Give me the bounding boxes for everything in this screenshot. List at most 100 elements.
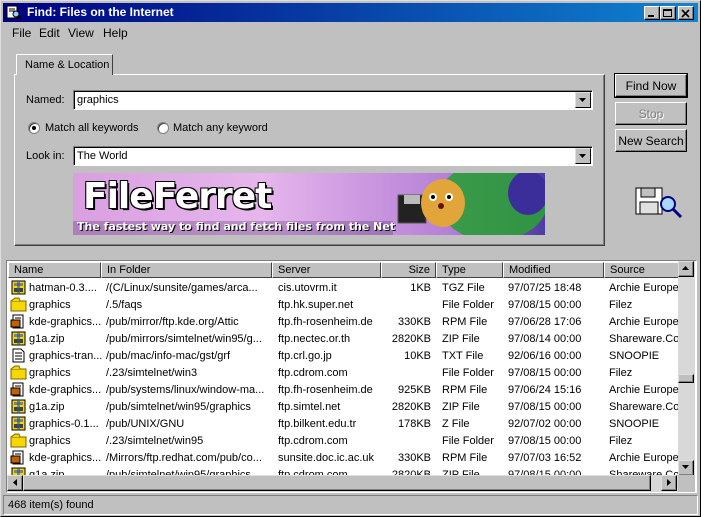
column-header-type[interactable]: Type <box>436 262 503 278</box>
column-header-folder[interactable]: In Folder <box>101 262 272 278</box>
cell-folder: /(C/Linux/sunsite/games/arca... <box>106 282 258 294</box>
table-row[interactable]: kde-graphics... /pub/systems/linux/window… <box>8 382 679 399</box>
archive-file-icon <box>11 416 26 431</box>
new-search-button[interactable]: New Search <box>615 129 687 152</box>
cell-type: RPM File <box>442 384 488 396</box>
arrow-up-icon <box>682 266 689 270</box>
cell-source: Filez <box>609 367 633 379</box>
cell-modified: 97/07/03 16:52 <box>508 452 582 464</box>
cell-size: 330KB <box>397 316 431 328</box>
named-combobox[interactable]: graphics <box>73 90 593 110</box>
maximize-icon <box>663 9 672 17</box>
cell-server: ftp.cdrom.com <box>278 435 348 447</box>
close-icon <box>681 9 690 18</box>
cell-source: Shareware.Com <box>609 401 680 413</box>
cell-server: sunsite.doc.ic.ac.uk <box>278 452 374 464</box>
title-bar[interactable]: Find: Files on the Internet <box>3 3 698 22</box>
menu-file[interactable]: File <box>12 26 31 40</box>
table-row[interactable]: kde-graphics... /pub/mirror/ftp.kde.org/A… <box>8 314 679 331</box>
find-app-icon <box>6 5 22 20</box>
cell-name: kde-graphics... <box>29 316 102 328</box>
cell-name: graphics-0.1... <box>29 418 99 430</box>
vertical-scrollbar[interactable] <box>678 261 695 477</box>
match-all-label[interactable]: Match all keywords <box>45 122 139 134</box>
column-header-server[interactable]: Server <box>272 262 381 278</box>
column-header-modified[interactable]: Modified <box>503 262 604 278</box>
named-dropdown-button[interactable] <box>575 92 591 108</box>
match-any-radio[interactable] <box>157 122 169 134</box>
menu-help[interactable]: Help <box>103 26 128 40</box>
cell-type: TGZ File <box>442 282 485 294</box>
menu-edit[interactable]: Edit <box>39 26 60 40</box>
minimize-icon <box>648 15 654 17</box>
lookin-label: Look in: <box>26 150 65 162</box>
close-button[interactable] <box>678 6 694 20</box>
minimize-button[interactable] <box>644 6 660 20</box>
table-row[interactable]: kde-graphics... /Mirrors/ftp.redhat.com/p… <box>8 450 679 467</box>
status-bar: 468 item(s) found <box>3 495 698 515</box>
scroll-down-button[interactable] <box>678 460 694 476</box>
text-file-icon <box>12 348 25 363</box>
package-file-icon <box>10 450 24 465</box>
table-row[interactable]: g1a.zip/pub/mirrors/simtelnet/win95/g...… <box>8 331 680 348</box>
floppy-magnifier-icon <box>635 187 683 219</box>
column-header-source[interactable]: Source <box>604 262 679 278</box>
results-list[interactable]: Name In Folder Server Size Type Modified… <box>6 260 697 493</box>
chevron-down-icon <box>579 154 586 158</box>
archive-file-icon <box>11 331 26 346</box>
maximize-button[interactable] <box>660 6 676 20</box>
fileferret-banner[interactable]: FileFerret The fastest way to find and f… <box>73 173 545 235</box>
cell-name: graphics <box>29 435 71 447</box>
match-all-radio[interactable] <box>28 122 40 134</box>
cell-size: 2820KB <box>391 333 431 345</box>
cell-name: g1a.zip <box>29 333 65 345</box>
horizontal-scrollbar[interactable] <box>7 475 678 492</box>
find-now-button[interactable]: Find Now <box>614 73 688 98</box>
cell-name: graphics-tran... <box>29 350 103 362</box>
scroll-right-button[interactable] <box>661 475 677 491</box>
cell-folder: /pub/simtelnet/win95/graphics <box>106 401 251 413</box>
cell-name: kde-graphics... <box>29 384 102 396</box>
scroll-left-button[interactable] <box>7 475 23 491</box>
status-text: 468 item(s) found <box>8 499 94 511</box>
scroll-corner <box>678 475 695 492</box>
cell-name: hatman-0.3.... <box>29 282 97 294</box>
cell-source: Archie Europe <box>609 384 679 396</box>
archive-file-icon <box>11 280 26 295</box>
vertical-scroll-thumb[interactable] <box>678 374 694 383</box>
match-any-label[interactable]: Match any keyword <box>173 122 268 134</box>
table-row[interactable]: graphics /.23/simtelnet/win95 ftp.cdrom.co… <box>8 433 679 450</box>
table-row[interactable]: hatman-0.3.... /(C/Linux/sunsite/games/ar… <box>8 280 679 297</box>
scroll-up-button[interactable] <box>678 261 694 277</box>
cell-size: 10KB <box>404 350 431 362</box>
cell-source: Filez <box>609 435 633 447</box>
stop-button[interactable]: Stop <box>615 102 687 125</box>
cell-name: graphics <box>29 299 71 311</box>
table-row[interactable]: graphics /.5/faqs ftp.hk.super.net File Fol… <box>8 297 679 314</box>
table-row[interactable]: g1a.zip/pub/simtelnet/win95/graphics ftp.… <box>8 399 680 416</box>
cell-modified: 97/07/25 18:48 <box>508 282 582 294</box>
table-row[interactable]: graphics /.23/simtelnet/win3 ftp.cdrom.com… <box>8 365 679 382</box>
menu-view[interactable]: View <box>68 26 94 40</box>
column-header-size[interactable]: Size <box>381 262 436 278</box>
named-input[interactable]: graphics <box>77 94 119 106</box>
folder-file-icon <box>10 297 27 312</box>
cell-type: RPM File <box>442 452 488 464</box>
cell-folder: /.23/simtelnet/win95 <box>106 435 204 447</box>
cell-name: g1a.zip <box>29 401 65 413</box>
cell-source: SNOOPIE <box>609 350 660 362</box>
lookin-dropdown-button[interactable] <box>575 148 591 164</box>
table-row[interactable]: graphics-tran.../pub/mac/info-mac/gst/gr… <box>8 348 679 365</box>
column-header-name[interactable]: Name <box>8 262 101 278</box>
cell-type: ZIP File <box>442 333 480 345</box>
cell-size: 178KB <box>397 418 431 430</box>
arrow-down-icon <box>682 465 689 469</box>
cell-type: File Folder <box>442 435 494 447</box>
table-row[interactable]: graphics-0.1... /pub/UNIX/GNU ftp.bilkent.… <box>8 416 679 433</box>
lookin-combobox[interactable]: The World <box>73 146 593 166</box>
tab-name-location[interactable]: Name & Location <box>16 54 113 75</box>
cell-server: ftp.hk.super.net <box>278 299 354 311</box>
cell-source: SNOOPIE <box>609 418 660 430</box>
cell-source: Archie Europe <box>609 282 679 294</box>
horizontal-scroll-thumb[interactable] <box>23 475 651 491</box>
